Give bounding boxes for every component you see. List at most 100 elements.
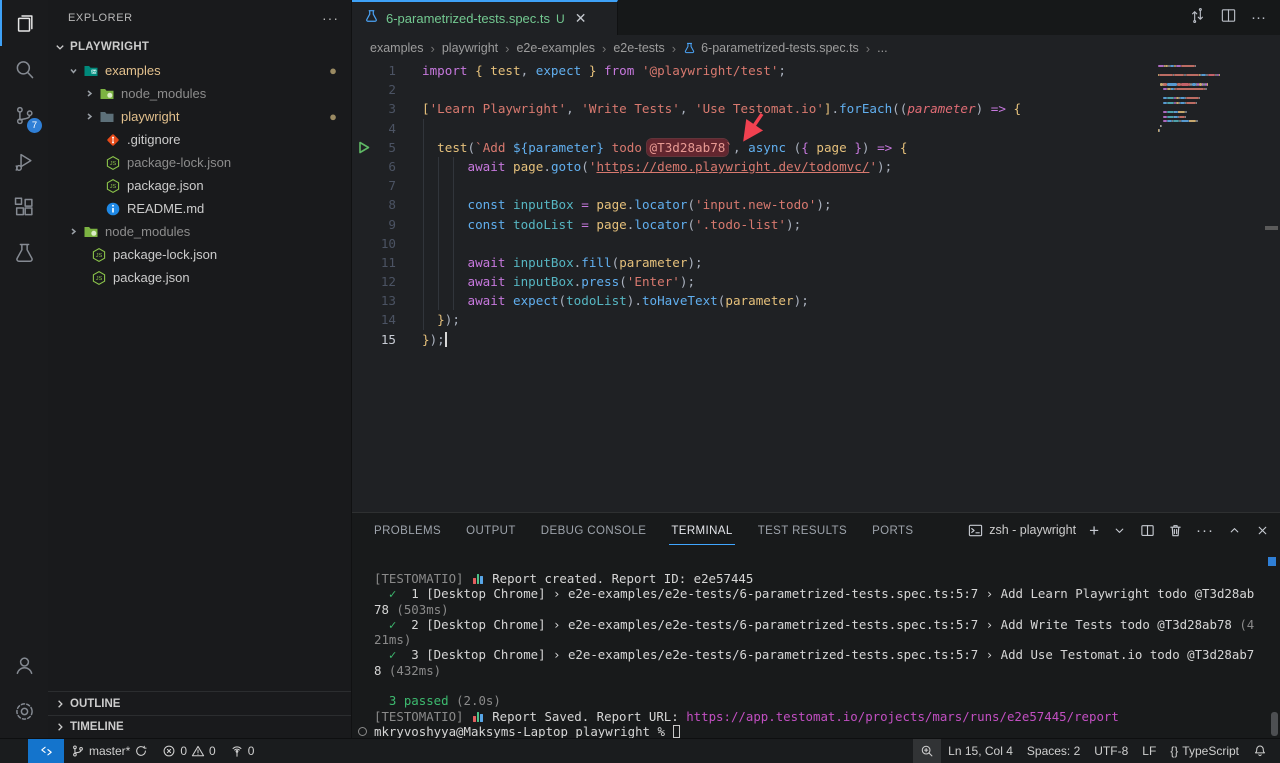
testing-icon[interactable] bbox=[0, 230, 48, 276]
code-line-11[interactable]: 11 await inputBox.fill(parameter); bbox=[352, 253, 1280, 272]
terminal-line: 3 passed (2.0s) bbox=[374, 693, 1280, 708]
code-line-4[interactable]: 4 bbox=[352, 119, 1280, 138]
node-json-icon: JS bbox=[91, 247, 107, 263]
remote-indicator[interactable] bbox=[28, 739, 64, 763]
settings-gear-icon[interactable] bbox=[0, 688, 48, 734]
tree-item-gitignore[interactable]: .gitignore bbox=[48, 128, 351, 151]
split-editor-icon[interactable] bbox=[1220, 7, 1237, 29]
account-icon[interactable] bbox=[0, 642, 48, 688]
tree-item-package-lock-json[interactable]: JSpackage-lock.json bbox=[48, 151, 351, 174]
breadcrumb-item-e2e-examples[interactable]: e2e-examples bbox=[516, 41, 595, 55]
breadcrumb-item-examples[interactable]: examples bbox=[370, 41, 424, 55]
code-line-9[interactable]: 9 const todoList = page.locator('.todo-l… bbox=[352, 215, 1280, 234]
tree-item-readme-md[interactable]: README.md bbox=[48, 197, 351, 220]
panel-tab-ports[interactable]: PORTS bbox=[870, 516, 915, 545]
code-line-10[interactable]: 10 bbox=[352, 234, 1280, 253]
section-timeline[interactable]: TIMELINE bbox=[48, 715, 351, 738]
close-panel-icon[interactable] bbox=[1255, 523, 1270, 538]
breadcrumb-separator: › bbox=[866, 41, 870, 56]
code-line-8[interactable]: 8 const inputBox = page.locator('input.n… bbox=[352, 195, 1280, 214]
indentation[interactable]: Spaces: 2 bbox=[1020, 739, 1087, 763]
code-line-15[interactable]: 15}); bbox=[352, 330, 1280, 349]
extensions-icon[interactable] bbox=[0, 184, 48, 230]
encoding[interactable]: UTF-8 bbox=[1087, 739, 1135, 763]
problems-status[interactable]: 0 0 bbox=[155, 739, 222, 763]
code-line-3[interactable]: 3['Learn Playwright', 'Write Tests', 'Us… bbox=[352, 99, 1280, 118]
language-mode[interactable]: {} TypeScript bbox=[1163, 739, 1246, 763]
code-line-6[interactable]: 6 await page.goto('https://demo.playwrig… bbox=[352, 157, 1280, 176]
code-line-1[interactable]: 1import { test, expect } from '@playwrig… bbox=[352, 61, 1280, 80]
explorer-more-icon[interactable]: ··· bbox=[322, 10, 339, 26]
beaker-icon bbox=[364, 9, 379, 29]
tree-item-node-modules[interactable]: node_modules bbox=[48, 220, 351, 243]
terminal-output[interactable]: [TESTOMATIO] Report created. Report ID: … bbox=[352, 547, 1280, 738]
modified-dot-badge: ● bbox=[329, 109, 337, 124]
search-icon[interactable] bbox=[0, 46, 48, 92]
line-number: 6 bbox=[352, 157, 396, 176]
new-terminal-icon[interactable]: + bbox=[1089, 522, 1099, 539]
terminal-dropdown-icon[interactable] bbox=[1112, 523, 1127, 538]
code-line-7[interactable]: 7 bbox=[352, 176, 1280, 195]
tab-6-parametrized-tests[interactable]: 6-parametrized-tests.spec.ts U ✕ bbox=[352, 0, 618, 35]
section-playwright[interactable]: PLAYWRIGHT bbox=[48, 35, 351, 59]
indent-guide bbox=[423, 119, 424, 138]
tree-item-playwright[interactable]: playwright● bbox=[48, 105, 351, 128]
panel-tab-output[interactable]: OUTPUT bbox=[464, 516, 518, 545]
line-number: 7 bbox=[352, 176, 396, 195]
tab-title: 6-parametrized-tests.spec.ts bbox=[386, 11, 550, 26]
tree-item-node-modules[interactable]: node_modules bbox=[48, 82, 351, 105]
svg-text:JS: JS bbox=[95, 253, 102, 259]
panel-more-icon[interactable]: ··· bbox=[1196, 522, 1214, 539]
report-chart-icon bbox=[473, 711, 483, 722]
terminal-session[interactable]: zsh - playwright bbox=[968, 523, 1076, 538]
git-branch-status[interactable]: master* bbox=[64, 739, 155, 763]
ports-status[interactable]: 0 bbox=[223, 739, 262, 763]
code-line-13[interactable]: 13 await expect(todoList).toHaveText(par… bbox=[352, 291, 1280, 310]
kill-terminal-icon[interactable] bbox=[1168, 523, 1183, 538]
terminal-line: [TESTOMATIO] Report Saved. Report URL: h… bbox=[374, 709, 1280, 724]
run-debug-icon[interactable] bbox=[0, 138, 48, 184]
cursor-position[interactable]: Ln 15, Col 4 bbox=[941, 739, 1020, 763]
folder-examples-icon bbox=[82, 63, 99, 79]
node-json-icon: JS bbox=[90, 270, 107, 286]
zoom-indicator[interactable] bbox=[913, 739, 941, 763]
maximize-panel-icon[interactable] bbox=[1227, 523, 1242, 538]
tree-item-package-json[interactable]: JSpackage.json bbox=[48, 174, 351, 197]
split-terminal-icon[interactable] bbox=[1140, 523, 1155, 538]
indent-guide bbox=[453, 234, 454, 253]
section-outline[interactable]: OUTLINE bbox=[48, 692, 351, 715]
beaker-icon bbox=[683, 42, 696, 55]
breadcrumb-item-[interactable]: ... bbox=[877, 41, 887, 55]
chevron-right-icon bbox=[66, 226, 80, 237]
panel-tab-test-results[interactable]: TEST RESULTS bbox=[756, 516, 849, 545]
tree-item-package-lock-json[interactable]: JSpackage-lock.json bbox=[48, 243, 351, 266]
indent-guide bbox=[438, 176, 439, 195]
breadcrumb-item-playwright[interactable]: playwright bbox=[442, 41, 498, 55]
swap-icon[interactable] bbox=[1189, 7, 1206, 29]
tab-close-icon[interactable]: ✕ bbox=[575, 10, 587, 27]
explorer-icon[interactable] bbox=[0, 0, 48, 46]
editor-more-icon[interactable]: ··· bbox=[1251, 9, 1266, 26]
run-test-icon[interactable] bbox=[357, 140, 372, 155]
panel-tab-problems[interactable]: PROBLEMS bbox=[372, 516, 443, 545]
tree-item-examples[interactable]: examples● bbox=[48, 59, 351, 82]
breadcrumb-item-6-parametrized-tests-spec-ts[interactable]: 6-parametrized-tests.spec.ts bbox=[683, 41, 859, 55]
panel-tab-debug-console[interactable]: DEBUG CONSOLE bbox=[539, 516, 649, 545]
code-editor[interactable]: 1import { test, expect } from '@playwrig… bbox=[352, 61, 1280, 512]
breadcrumb-item-e2e-tests[interactable]: e2e-tests bbox=[613, 41, 664, 55]
code-line-5[interactable]: 5 test(`Add ${parameter} todo @T3d28ab78… bbox=[352, 138, 1280, 157]
eol-sequence[interactable]: LF bbox=[1135, 739, 1163, 763]
indent-guide bbox=[423, 234, 424, 253]
line-number: 2 bbox=[352, 80, 396, 99]
code-line-2[interactable]: 2 bbox=[352, 80, 1280, 99]
panel-tab-terminal[interactable]: TERMINAL bbox=[669, 516, 734, 545]
code-line-14[interactable]: 14 }); bbox=[352, 310, 1280, 329]
git-branch-icon bbox=[71, 744, 85, 758]
minimap[interactable] bbox=[1158, 65, 1254, 134]
line-number: 8 bbox=[352, 195, 396, 214]
source-control-icon[interactable]: 7 bbox=[0, 92, 48, 138]
notifications[interactable] bbox=[1246, 739, 1274, 763]
git-icon bbox=[105, 132, 121, 148]
tree-item-package-json[interactable]: JSpackage.json bbox=[48, 266, 351, 289]
code-line-12[interactable]: 12 await inputBox.press('Enter'); bbox=[352, 272, 1280, 291]
